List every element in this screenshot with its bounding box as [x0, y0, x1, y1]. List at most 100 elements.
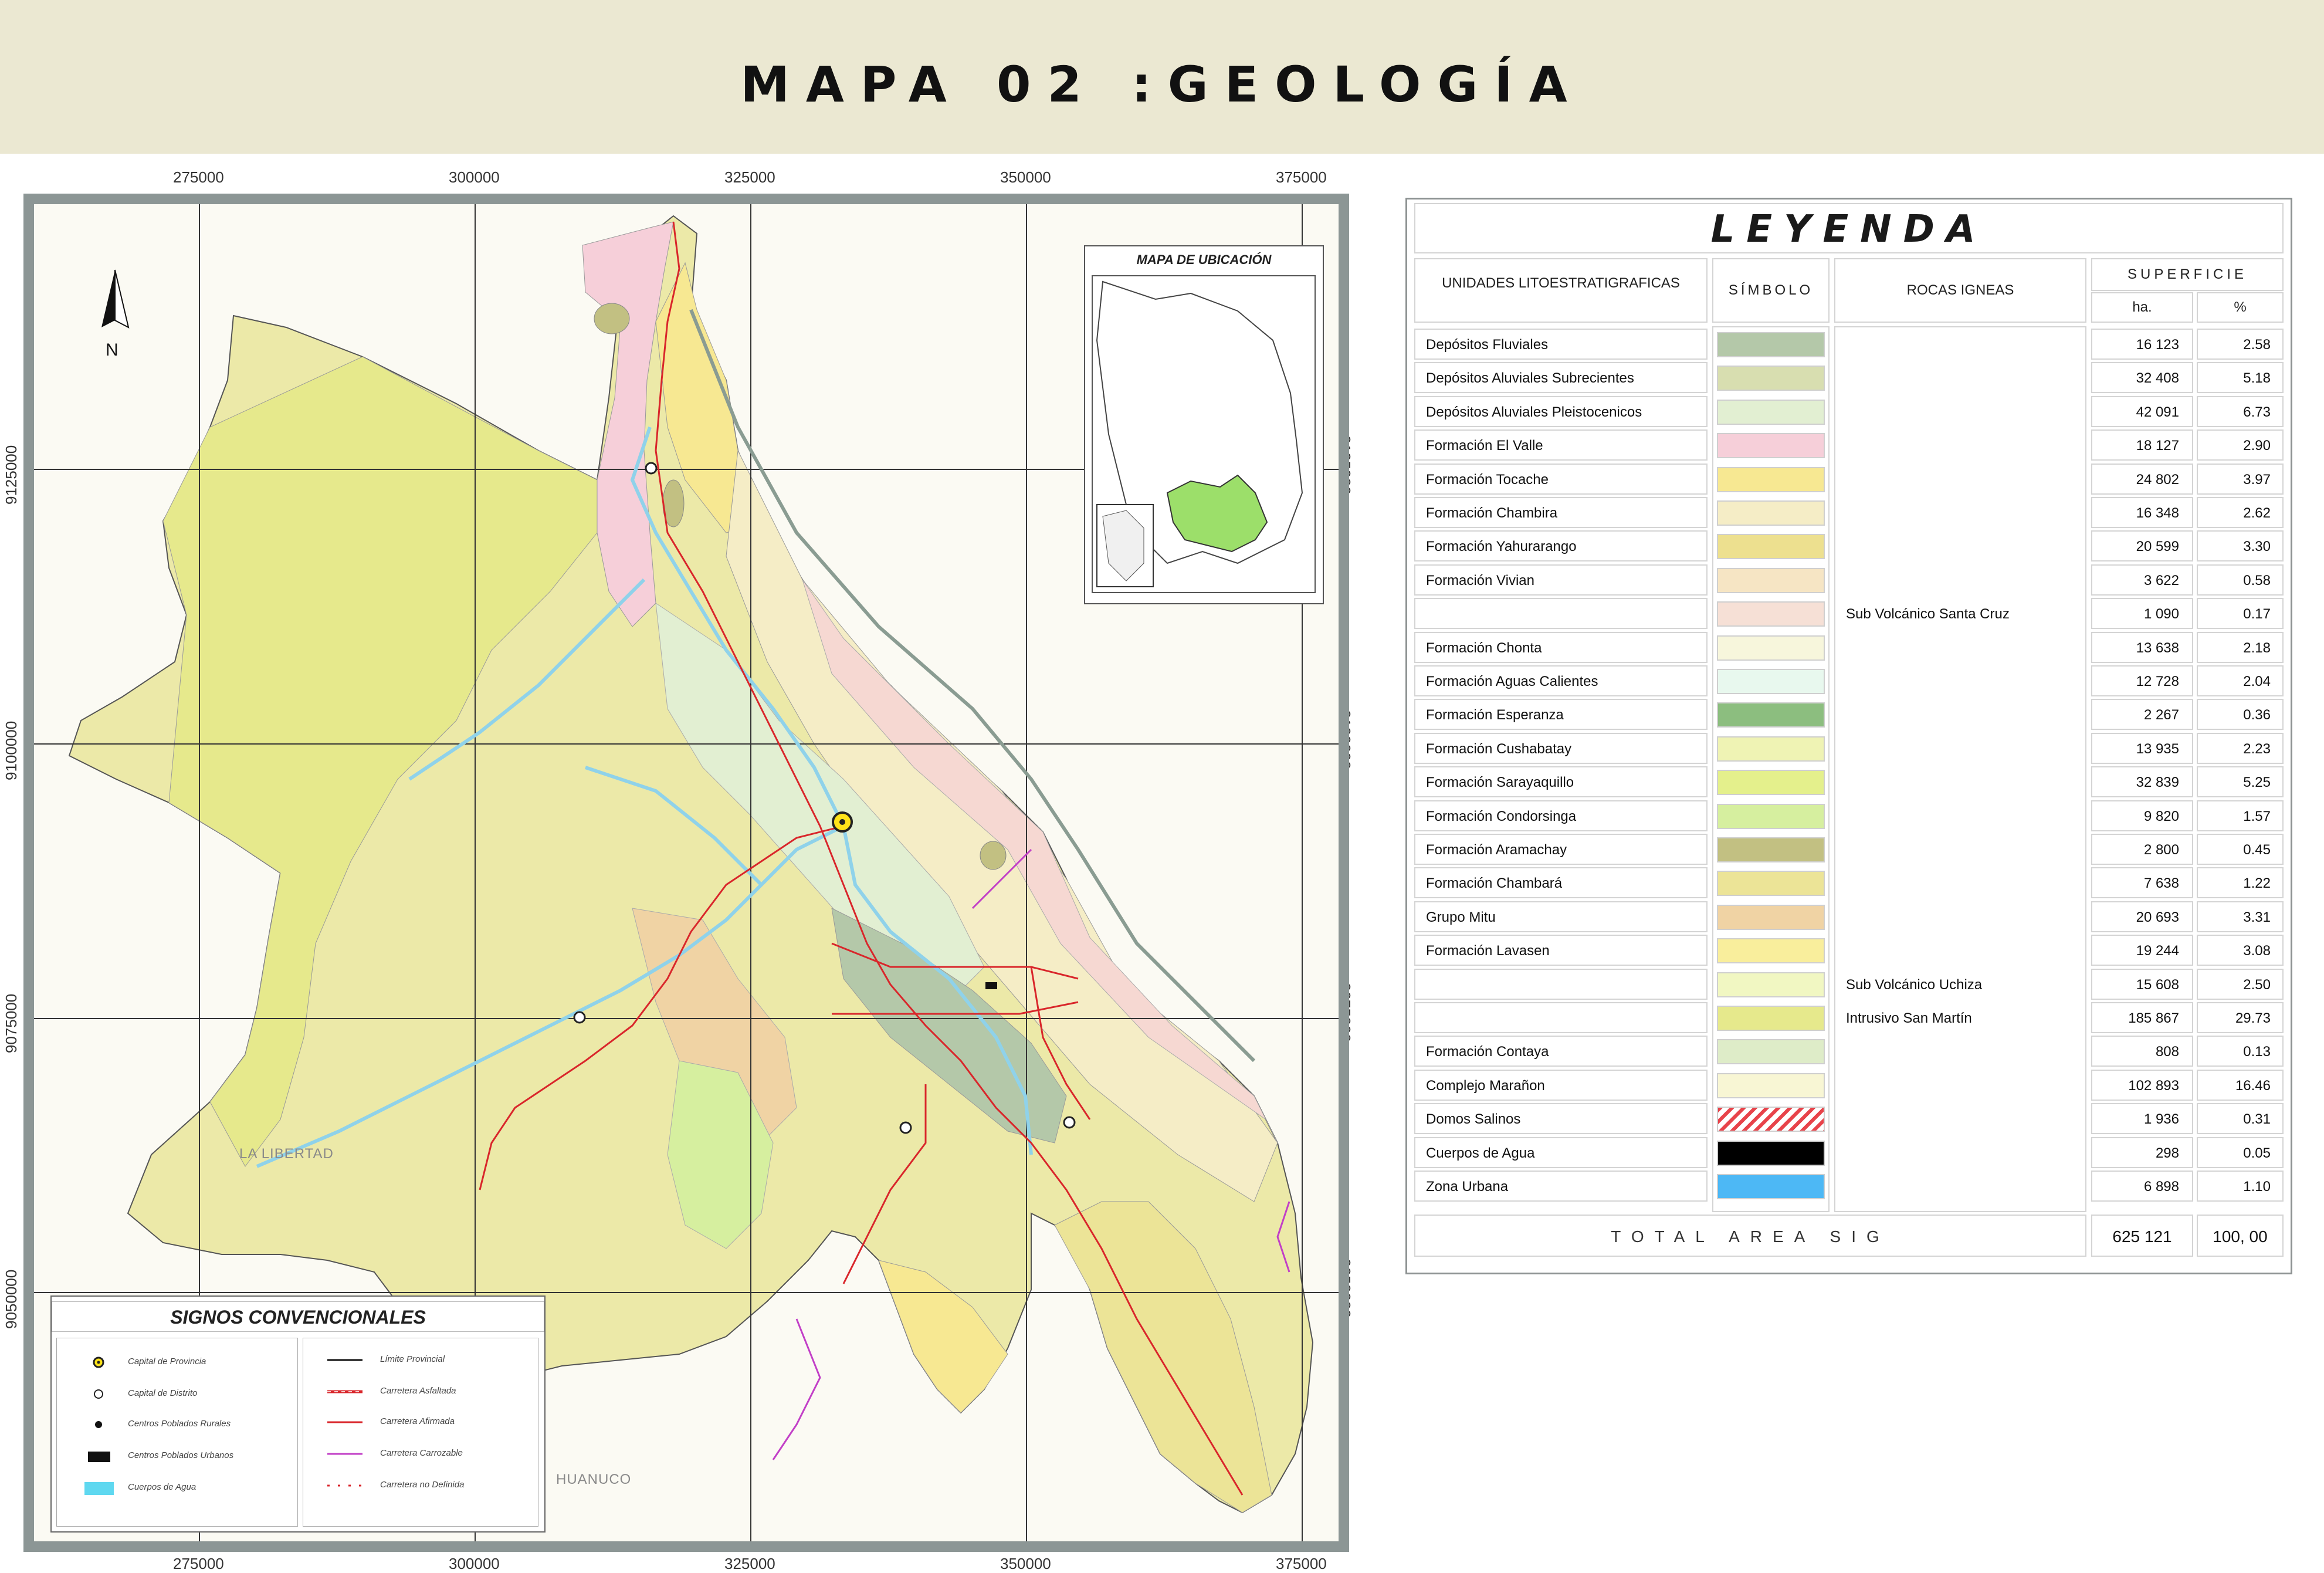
area-pct: 0.58 — [2243, 573, 2271, 588]
area-pct: 2.62 — [2243, 505, 2271, 521]
unit-label: Formación Tocache — [1426, 472, 1549, 488]
legend-swatch — [1717, 1039, 1825, 1064]
area-ha: 2 267 — [2143, 707, 2179, 723]
unit-label: Formación Chonta — [1426, 640, 1542, 656]
area-ha: 18 127 — [2136, 438, 2179, 454]
urban-block-icon — [88, 1452, 110, 1462]
area-pct: 16.46 — [2235, 1078, 2271, 1094]
conv-label-paved-road: Carretera Asfaltada — [380, 1386, 456, 1396]
area-ha: 19 244 — [2136, 943, 2179, 959]
legend-swatch — [1717, 669, 1825, 694]
unit-label: Depósitos Aluviales Subrecientes — [1426, 370, 1634, 386]
legend-swatch — [1717, 770, 1825, 795]
region-label-huanuco: HUANUCO — [556, 1471, 632, 1487]
header-pct: % — [2197, 292, 2284, 323]
legend-panel: LEYENDA UNIDADES LITOESTRATIGRAFICAS SÍM… — [1405, 198, 2292, 1274]
area-ha: 32 408 — [2136, 370, 2179, 386]
north-arrow-icon — [101, 269, 130, 329]
legend-swatch — [1717, 500, 1825, 526]
area-ha: 20 599 — [2136, 539, 2179, 554]
unit-label: Grupo Mitu — [1426, 909, 1496, 925]
map-canvas[interactable]: N LA LIBERTAD HUANUCO MAPA DE UBICACIÓN … — [34, 204, 1339, 1541]
igneous-label: Intrusivo San Martín — [1846, 1010, 1972, 1026]
igneous-label: Sub Volcánico Uchiza — [1846, 977, 1983, 993]
coord-bottom-375000: 375000 — [1276, 1555, 1327, 1572]
area-ha: 185 867 — [2128, 1010, 2179, 1026]
conventions-symbols — [84, 1356, 363, 1495]
area-ha: 42 091 — [2136, 404, 2179, 420]
area-pct: 3.08 — [2243, 943, 2271, 959]
unit-label: Formación Contaya — [1426, 1044, 1549, 1060]
coord-bottom-350000: 350000 — [1000, 1555, 1051, 1572]
coord-bottom-275000: 275000 — [173, 1555, 224, 1572]
header-symbol: SÍMBOLO — [1712, 258, 1830, 323]
conv-label-gravel-road: Carretera Afirmada — [380, 1416, 455, 1426]
rural-dot-icon — [95, 1421, 102, 1428]
legend-swatch — [1717, 736, 1825, 762]
area-ha: 7 638 — [2143, 875, 2179, 891]
legend-swatch — [1717, 1006, 1825, 1031]
unit-aramachay-3 — [980, 841, 1007, 870]
area-pct: 1.22 — [2243, 875, 2271, 891]
coord-left-9075000: 9075000 — [2, 993, 20, 1053]
coord-top-300000: 300000 — [449, 168, 500, 186]
region-label-la-libertad: LA LIBERTAD — [239, 1146, 334, 1162]
area-pct: 2.23 — [2243, 741, 2271, 757]
area-pct: 1.10 — [2243, 1179, 2271, 1195]
legend-swatch — [1717, 804, 1825, 829]
place-marker-1 — [645, 462, 658, 475]
legend-title: LEYENDA — [1414, 203, 2284, 253]
coord-left-9100000: 9100000 — [2, 720, 20, 780]
unit-aramachay-1 — [594, 303, 630, 334]
unit-label: Formación El Valle — [1426, 438, 1543, 454]
unit-label: Formación Aguas Calientes — [1426, 674, 1598, 689]
coord-left-9125000: 9125000 — [2, 445, 20, 505]
unit-label: Formación Sarayaquillo — [1426, 774, 1574, 790]
conventional-signs-panel: SIGNOS CONVENCIONALES Capital de Provinc… — [50, 1295, 546, 1533]
unit-label: Formación Cushabatay — [1426, 741, 1572, 757]
conv-label-track-road: Carretera Carrozable — [380, 1448, 463, 1458]
area-ha: 13 638 — [2136, 640, 2179, 656]
map-frame: N LA LIBERTAD HUANUCO MAPA DE UBICACIÓN … — [23, 194, 1349, 1552]
title-band: MAPA 02 :GEOLOGÍA — [0, 0, 2324, 154]
area-ha: 13 935 — [2136, 741, 2179, 757]
legend-swatch — [1717, 366, 1825, 391]
unit-label: Formación Aramachay — [1426, 842, 1567, 858]
place-marker-4 — [1063, 1116, 1076, 1129]
total-pct: 100, 00 — [2213, 1227, 2268, 1246]
header-ha: ha. — [2091, 292, 2193, 323]
unit-label: Formación Chambira — [1426, 505, 1558, 521]
area-ha: 15 608 — [2136, 977, 2179, 993]
total-label: TOTAL AREA SIG — [1611, 1227, 1890, 1246]
area-pct: 0.05 — [2243, 1145, 2271, 1161]
coord-top-325000: 325000 — [724, 168, 775, 186]
unit-cell — [1414, 969, 1708, 1000]
legend-swatch — [1717, 400, 1825, 425]
legend-swatch — [1717, 938, 1825, 963]
conv-label-district-capital: Capital de Distrito — [128, 1388, 198, 1398]
area-ha: 16 348 — [2136, 505, 2179, 521]
area-pct: 29.73 — [2235, 1010, 2271, 1026]
coord-top-350000: 350000 — [1000, 168, 1051, 186]
header-area: SUPERFICIE — [2091, 258, 2284, 291]
area-pct: 1.57 — [2243, 809, 2271, 824]
unit-label: Formación Esperanza — [1426, 707, 1564, 723]
area-ha: 12 728 — [2136, 674, 2179, 689]
area-pct: 0.36 — [2243, 707, 2271, 723]
conv-label-urban: Centros Poblados Urbanos — [128, 1450, 234, 1460]
area-ha: 16 123 — [2136, 337, 2179, 353]
unit-label: Depósitos Fluviales — [1426, 337, 1549, 353]
unit-label: Formación Chambará — [1426, 875, 1563, 891]
area-pct: 0.17 — [2243, 606, 2271, 622]
total-ha: 625 121 — [2112, 1227, 2172, 1246]
coord-bottom-300000: 300000 — [449, 1555, 500, 1572]
area-ha: 9 820 — [2143, 809, 2179, 824]
unit-label: Formación Vivian — [1426, 573, 1534, 588]
legend-swatch — [1717, 1141, 1825, 1166]
inset-map-svg — [1092, 275, 1316, 593]
igneous-column — [1834, 326, 2086, 1212]
area-ha: 2 800 — [2143, 842, 2179, 858]
unit-label: Domos Salinos — [1426, 1111, 1521, 1127]
area-ha: 298 — [2155, 1145, 2179, 1161]
area-ha: 1 090 — [2143, 606, 2179, 622]
